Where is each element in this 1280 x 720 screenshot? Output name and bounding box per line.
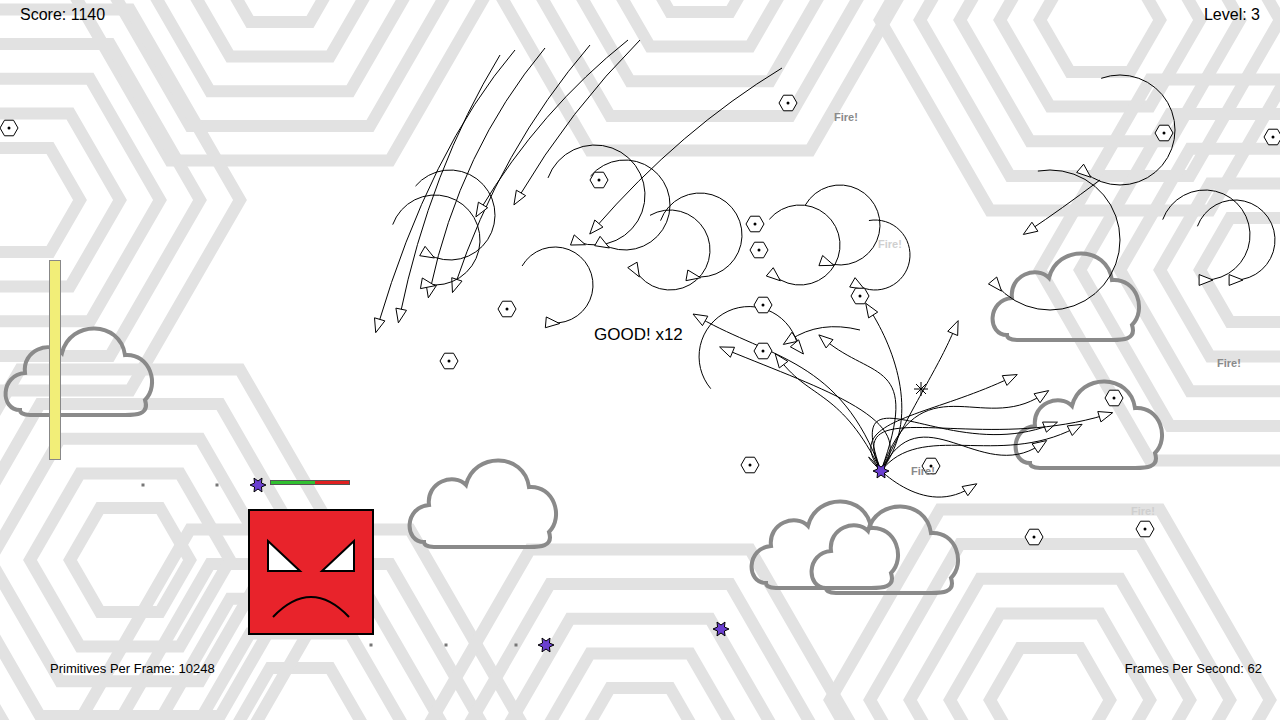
orb-icon [1105,390,1123,406]
bullet-arrow-icon [790,340,803,354]
bullet-arrow-icon [514,190,526,205]
bullet-arrow-icon [420,278,435,289]
bullet-arrow-icon [396,308,407,323]
bullet-arrow-icon [1002,375,1017,386]
dot-icon [370,644,373,647]
bullet-arrow-icon [590,220,603,234]
orb-icon [750,242,768,258]
dot-icon [142,484,145,487]
orb-icon [1025,529,1043,545]
bullet-arrow-icon [420,246,435,258]
orb-icon [746,216,764,232]
bullet-arrow-icon [819,335,833,348]
enemy [248,480,374,635]
bullet-arrow-icon [850,278,865,290]
orb-icon [1264,129,1280,145]
cloud-icon [410,460,556,547]
bullet-arrow-icon [962,484,977,496]
orb-icon [498,301,516,317]
orb-icon [1155,125,1173,141]
bullet-arrow-icon [595,236,610,248]
bullet-arrow-icon [1034,391,1049,403]
level-text: Level: 3 [1204,3,1260,27]
bottom-bar: Primitives Per Frame: 10248 Frames Per Se… [0,659,1280,720]
bullet-arrow-icon [375,318,385,333]
bullet-arrow-icon [766,268,780,281]
bullet-arrow-icon [720,347,735,357]
bullet-arrow-icon [476,202,488,217]
hud: Score: 1140 Level: 3 Primitives Per Frame:… [0,0,1280,720]
orb-icon [779,95,797,111]
fire-popup: Fire! [911,463,935,480]
bullet-arrow-icon [988,277,1001,291]
bullet-arrow-icon [1229,275,1243,286]
star-icon [873,464,889,478]
dot-icon [216,484,219,487]
orb-icon [754,297,772,313]
fire-popup: Fire! [1131,503,1155,520]
fps-text: Frames Per Second: 62 [1125,659,1262,679]
top-bar: Score: 1140 Level: 3 [0,0,1280,27]
bullet-arrow-icon [1067,424,1082,435]
spark-icon [914,382,928,396]
bullet-arrow-icon [1199,275,1213,286]
bullet-arrow-icon [452,278,462,293]
dot-icon [445,644,448,647]
bullet-arrow-icon [1098,412,1113,422]
bullet-arrow-icon [545,317,559,328]
orb-icon [440,353,458,369]
fire-popup: Fire! [878,236,902,253]
game-canvas [0,0,1280,720]
fire-popup: Fire! [1217,355,1241,372]
bullet-arrow-icon [1077,164,1091,177]
bullet-arrow-icon [628,262,640,277]
combo-text: GOOD! x12 [594,322,683,348]
orb-icon [1136,521,1154,537]
star-icon [713,622,729,636]
angry-face-icon [248,509,374,635]
orb-icon [741,457,759,473]
cloud-icon [993,253,1139,340]
orb-icon [754,343,772,359]
bullet-arrow-icon [571,235,586,245]
power-bar [49,260,61,460]
enemy-health-bar [270,480,350,485]
bullet-arrow-icon [866,303,878,318]
score-text: Score: 1140 [20,3,105,27]
bullet-arrow-icon [819,255,834,265]
cloud-icon [1016,381,1162,468]
dot-icon [515,644,518,647]
star-icon [250,478,266,492]
bullet-arrow-icon [686,270,701,281]
bullet-arrow-icon [1023,222,1038,234]
game-screen: Fire!Fire!Fire!Fire!Fire!GOOD! x12Score:… [0,0,1280,720]
orb-icon [851,288,869,304]
orb-icon [0,120,18,136]
bullet-arrow-icon [693,314,708,326]
fire-popup: Fire! [834,109,858,126]
cloud-icon [6,328,152,415]
orb-icon [590,172,608,188]
star-icon [538,638,554,652]
bullet-arrow-icon [948,321,958,336]
cloud-icon [812,506,958,593]
bullet-arrow-icon [775,354,788,368]
primitives-text: Primitives Per Frame: 10248 [50,659,215,679]
